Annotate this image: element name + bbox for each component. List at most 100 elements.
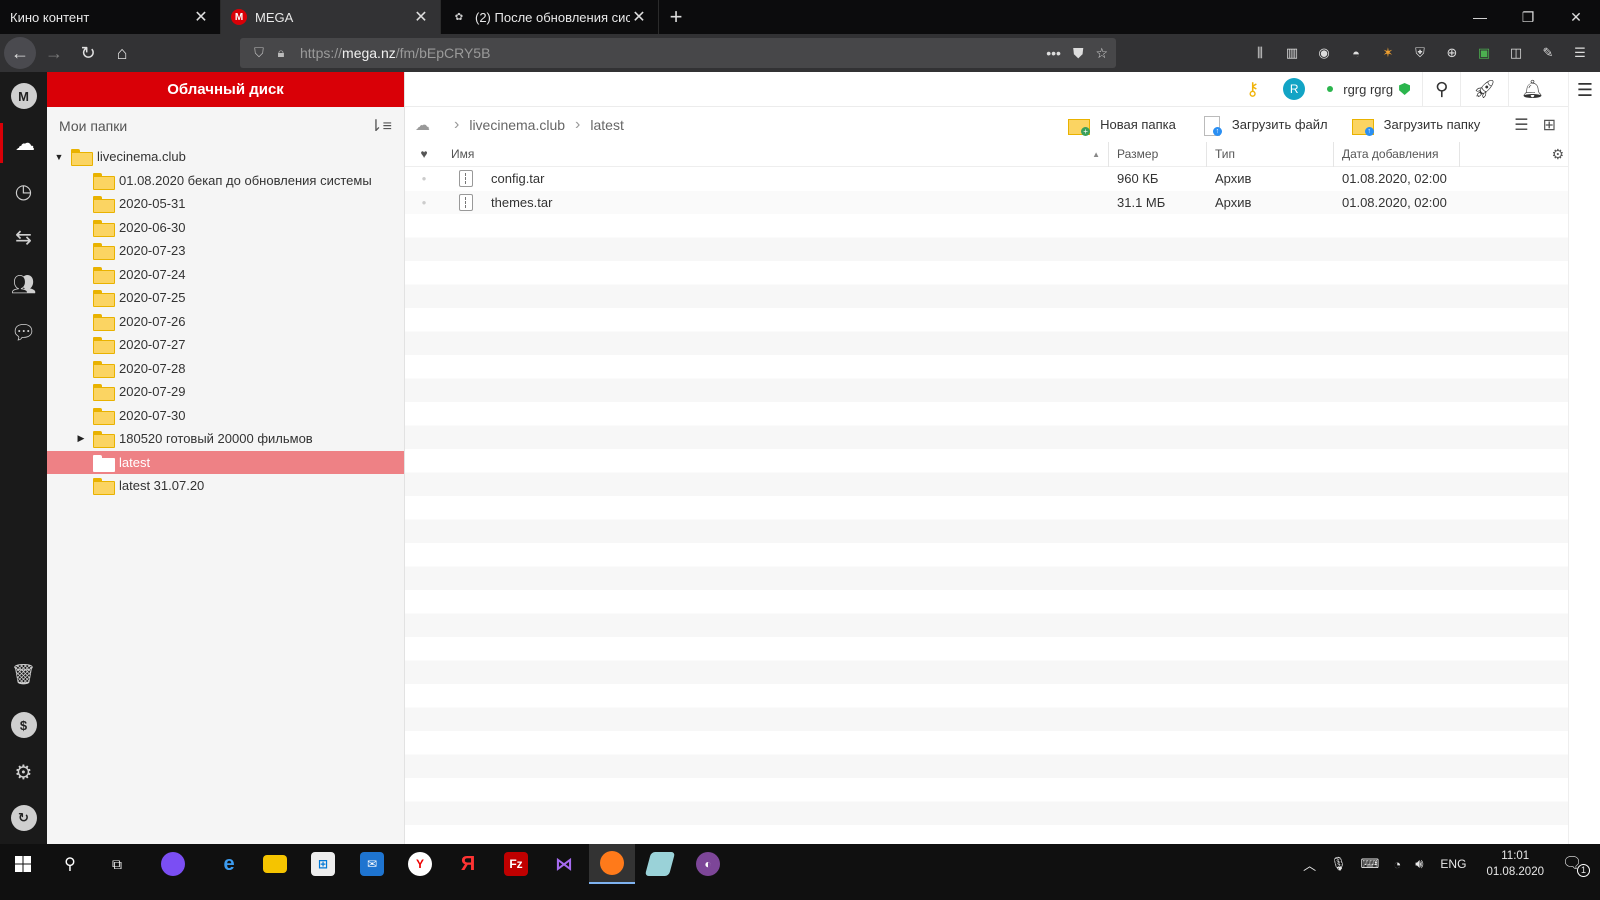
taskbar-app-visual-studio[interactable]: ⋈ [541,844,587,884]
tree-folder-item[interactable]: ▼ livecinema.club [47,145,404,169]
chat-button[interactable]: 💬︎ [0,312,47,352]
rubbish-bin-button[interactable]: 🗑︎ [0,654,47,694]
favourite-column-icon[interactable]: ♥ [405,142,443,167]
table-row[interactable]: ● config.tar 960 КБ Архив 01.08.2020, 02:00 [405,167,1568,191]
column-size[interactable]: Размер [1109,141,1207,167]
taskbar-app-firefox[interactable] [589,844,635,884]
home-button[interactable]: ⌂ [106,37,138,69]
sort-icon[interactable]: ⇂≡ [369,116,392,136]
recents-button[interactable]: ◷ [0,171,47,211]
pocket-icon[interactable]: ⛊ [1073,45,1084,62]
task-view-button[interactable]: ⧉ [94,844,140,884]
taskbar-app-notes[interactable] [637,844,683,884]
list-view-icon[interactable]: ☰ [1514,115,1528,135]
taskbar-app-store[interactable]: ⊞ [300,844,346,884]
tracking-protection-icon[interactable]: ⛉ [248,45,270,61]
new-tab-button[interactable]: + [659,0,693,34]
favourite-dot-icon[interactable]: ● [405,174,443,183]
lock-icon[interactable]: 🔒︎ [270,45,292,61]
chevron-up-icon[interactable]: ︿ [1303,855,1316,874]
url-text[interactable]: https://mega.nz/fm/bEpCRY5B [300,45,1046,61]
menu-icon[interactable]: ☰ [1568,41,1592,65]
tree-folder-item[interactable]: 2020-07-26 [47,310,404,334]
library-icon[interactable]: ⫼ [1248,41,1272,65]
column-date[interactable]: Дата добавления [1334,141,1460,167]
tree-folder-item[interactable]: 2020-07-25 [47,286,404,310]
tree-folder-item[interactable]: 2020-07-24 [47,263,404,287]
shield-icon[interactable]: ⛨ [1408,41,1432,65]
sync-button[interactable]: ↻ [0,798,47,838]
transfers-button[interactable]: ⇆ [0,217,47,257]
column-settings-icon[interactable]: ⚙ [1551,146,1564,163]
caret-down-icon[interactable]: ▼ [53,152,65,162]
close-window-icon[interactable]: ✕ [1552,0,1600,34]
notifications-button[interactable]: 🔔︎ [1509,72,1556,107]
extension-icon[interactable]: ◫ [1504,41,1528,65]
caret-right-icon[interactable]: ▶ [75,433,87,444]
taskbar-app-alice[interactable] [150,844,196,884]
tree-folder-item[interactable]: latest [47,450,404,474]
contacts-button[interactable]: 👥︎ [0,264,47,304]
table-row[interactable]: ● themes.tar 31.1 МБ Архив 01.08.2020, 02:00 [405,190,1568,214]
taskbar-app-yandex-browser[interactable]: Y [397,844,443,884]
sidebar-title[interactable]: Облачный диск [47,72,404,107]
start-button[interactable] [0,844,46,884]
upload-file-button[interactable]: ↑ Загрузить файл [1200,115,1328,136]
taskbar-search-button[interactable]: ⚲ [47,844,93,884]
volume-icon[interactable]: 🔊︎ [1415,856,1423,872]
browser-tab-0[interactable]: Кино контент ✕ [0,0,221,34]
taskbar-app-tor[interactable]: ◐ [685,844,731,884]
tree-folder-item[interactable]: 2020-07-23 [47,239,404,263]
tree-folder-item[interactable]: 2020-07-30 [47,404,404,428]
minimize-icon[interactable]: — [1456,0,1504,34]
user-menu[interactable]: R rgrg rgrg [1271,72,1422,107]
account-icon[interactable]: ◉ [1312,41,1336,65]
extension-icon[interactable]: ▣ [1472,41,1496,65]
mega-logo-button[interactable]: M [0,76,47,116]
upload-folder-button[interactable]: ↑ Загрузить папку [1351,116,1480,136]
settings-button[interactable]: ⚙ [0,752,47,792]
taskbar-app-explorer[interactable] [252,844,298,884]
close-icon[interactable]: ✕ [192,8,210,26]
clock[interactable]: 11:01 01.08.2020 [1486,848,1544,880]
tree-folder-item[interactable]: 2020-07-28 [47,357,404,381]
globe-icon[interactable]: ⊕ [1440,41,1464,65]
extension-icon[interactable]: ◓ [1344,41,1368,65]
taskbar-app-mail[interactable]: ✉ [349,844,395,884]
extension-icon[interactable]: ✎ [1536,41,1560,65]
microphone-icon[interactable]: 🎙︎ [1330,856,1347,872]
taskbar-app-edge[interactable]: e [206,844,252,884]
search-button[interactable]: ⚲ [1423,72,1460,107]
tree-folder-item[interactable]: ▶ 180520 готовый 20000 фильмов [47,427,404,451]
bookmark-star-icon[interactable]: ☆ [1095,45,1108,62]
cloud-drive-button[interactable]: ☁ [0,123,47,163]
new-folder-button[interactable]: + Новая папка [1068,116,1176,136]
notifications-button[interactable]: 🗨︎ 1 [1562,853,1590,877]
tree-folder-item[interactable]: 01.08.2020 бекап до обновления системы [47,169,404,193]
taskbar-app-yandex[interactable]: Я [445,844,491,884]
tree-folder-item[interactable]: 2020-07-29 [47,380,404,404]
reload-button[interactable]: ↻ [72,37,104,69]
tree-folder-item[interactable]: latest 31.07.20 [47,474,404,498]
hamburger-menu-icon[interactable]: ☰ [1569,80,1600,101]
favourite-dot-icon[interactable]: ● [405,198,443,207]
breadcrumb-item[interactable]: latest [590,117,623,133]
language-indicator[interactable]: ENG [1440,857,1466,871]
browser-tab-1[interactable]: M MEGA ✕ [221,0,441,34]
upgrade-button[interactable]: 🚀︎ [1461,72,1508,107]
cloud-icon[interactable]: ☁ [415,116,430,134]
pro-plans-button[interactable]: $ [0,705,47,745]
forward-button[interactable]: → [38,37,70,69]
extension-icon[interactable]: ✶ [1376,41,1400,65]
input-method-icon[interactable]: ⌨ [1361,856,1380,872]
tree-folder-item[interactable]: 2020-05-31 [47,192,404,216]
back-button[interactable]: ← [4,37,36,69]
close-icon[interactable]: ✕ [630,8,648,26]
sidebar-icon[interactable]: ▥ [1280,41,1304,65]
restore-icon[interactable]: ❐ [1504,0,1552,34]
browser-tab-2[interactable]: ✿ (2) После обновления систем ✕ [441,0,659,34]
breadcrumb-item[interactable]: livecinema.club [469,117,565,133]
tree-folder-item[interactable]: 2020-06-30 [47,216,404,240]
column-type[interactable]: Тип [1207,141,1334,167]
url-bar[interactable]: ⛉ 🔒︎ https://mega.nz/fm/bEpCRY5B ••• ⛊ ☆ [240,38,1116,68]
